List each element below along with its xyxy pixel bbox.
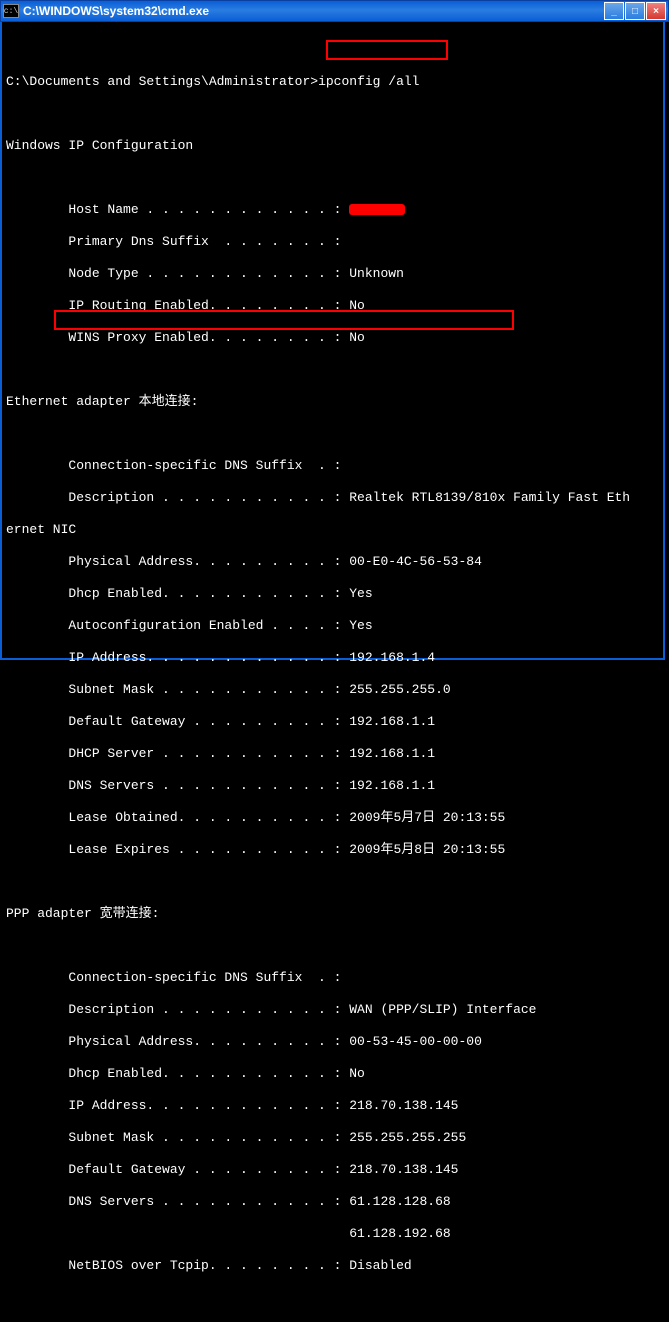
close-icon: × [653, 6, 659, 17]
blank-line [6, 938, 659, 954]
eth-ip-address-line: IP Address. . . . . . . . . . . . : 192.… [6, 650, 659, 666]
ppp-dns-server1-line: DNS Servers . . . . . . . . . . . : 61.1… [6, 1194, 659, 1210]
ppp-gateway-line: Default Gateway . . . . . . . . . : 218.… [6, 1162, 659, 1178]
window-controls: _ □ × [604, 2, 666, 20]
eth-dns-suffix-line: Connection-specific DNS Suffix . : [6, 458, 659, 474]
blank-line [6, 170, 659, 186]
prompt-line: C:\Documents and Settings\Administrator>… [6, 74, 659, 90]
maximize-icon: □ [632, 6, 638, 17]
blank-line [6, 42, 659, 58]
eth-lease-expires-line: Lease Expires . . . . . . . . . . : 2009… [6, 842, 659, 858]
redacted-hostname [349, 204, 405, 215]
eth-physical-address-line: Physical Address. . . . . . . . . : 00-E… [6, 554, 659, 570]
host-name-label: Host Name . . . . . . . . . . . . : [6, 202, 349, 217]
eth-autoconfig-line: Autoconfiguration Enabled . . . . : Yes [6, 618, 659, 634]
command-text: ipconfig /all [318, 74, 419, 89]
eth-dhcp-enabled-line: Dhcp Enabled. . . . . . . . . . . : Yes [6, 586, 659, 602]
ethernet-adapter-header: Ethernet adapter 本地连接: [6, 394, 659, 410]
eth-gateway-line: Default Gateway . . . . . . . . . : 192.… [6, 714, 659, 730]
ppp-subnet-mask-line: Subnet Mask . . . . . . . . . . . : 255.… [6, 1130, 659, 1146]
ppp-dns-suffix-line: Connection-specific DNS Suffix . : [6, 970, 659, 986]
eth-dns-servers-line: DNS Servers . . . . . . . . . . . : 192.… [6, 778, 659, 794]
ppp-ip-address-line: IP Address. . . . . . . . . . . . : 218.… [6, 1098, 659, 1114]
ppp-dns-server2-line: 61.128.192.68 [6, 1226, 659, 1242]
ppp-physical-address-line: Physical Address. . . . . . . . . : 00-5… [6, 1034, 659, 1050]
blank-line [6, 426, 659, 442]
prompt-text: C:\Documents and Settings\Administrator> [6, 74, 318, 89]
eth-subnet-mask-line: Subnet Mask . . . . . . . . . . . : 255.… [6, 682, 659, 698]
close-button[interactable]: × [646, 2, 666, 20]
eth-dhcp-server-line: DHCP Server . . . . . . . . . . . : 192.… [6, 746, 659, 762]
blank-line [6, 362, 659, 378]
window-title: C:\WINDOWS\system32\cmd.exe [23, 4, 604, 18]
wins-proxy-line: WINS Proxy Enabled. . . . . . . . : No [6, 330, 659, 346]
primary-dns-line: Primary Dns Suffix . . . . . . . : [6, 234, 659, 250]
maximize-button[interactable]: □ [625, 2, 645, 20]
minimize-button[interactable]: _ [604, 2, 624, 20]
eth-lease-obtained-line: Lease Obtained. . . . . . . . . . : 2009… [6, 810, 659, 826]
eth-description-line: Description . . . . . . . . . . . : Real… [6, 490, 659, 506]
ppp-adapter-header: PPP adapter 宽带连接: [6, 906, 659, 922]
blank-line [6, 106, 659, 122]
blank-line [6, 874, 659, 890]
ppp-netbios-line: NetBIOS over Tcpip. . . . . . . . : Disa… [6, 1258, 659, 1274]
ppp-description-line: Description . . . . . . . . . . . : WAN … [6, 1002, 659, 1018]
host-name-line: Host Name . . . . . . . . . . . . : [6, 202, 659, 218]
eth-description-wrap: ernet NIC [6, 522, 659, 538]
node-type-line: Node Type . . . . . . . . . . . . : Unkn… [6, 266, 659, 282]
minimize-icon: _ [611, 6, 617, 17]
ip-routing-line: IP Routing Enabled. . . . . . . . : No [6, 298, 659, 314]
ppp-dhcp-enabled-line: Dhcp Enabled. . . . . . . . . . . : No [6, 1066, 659, 1082]
cmd-icon: c:\ [3, 4, 19, 18]
window-titlebar: c:\ C:\WINDOWS\system32\cmd.exe _ □ × [0, 0, 669, 22]
console-output: C:\Documents and Settings\Administrator>… [0, 22, 665, 660]
section-header: Windows IP Configuration [6, 138, 659, 154]
